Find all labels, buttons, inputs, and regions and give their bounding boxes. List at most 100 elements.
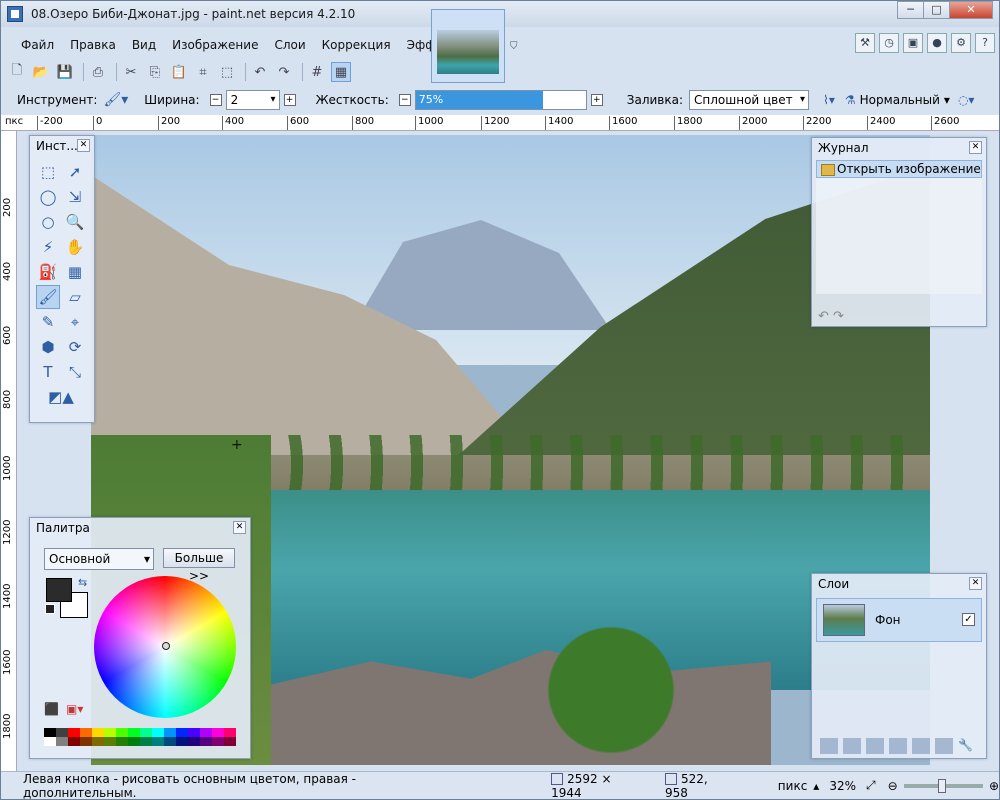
- ruler-icon[interactable]: ▦: [331, 62, 351, 82]
- move-layer-up-icon[interactable]: [912, 738, 930, 754]
- menu-view[interactable]: Вид: [124, 34, 164, 56]
- clone-stamp-icon[interactable]: ⬢: [36, 335, 60, 359]
- color-swatch[interactable]: [128, 737, 140, 746]
- close-button[interactable]: ✕: [949, 1, 993, 19]
- color-swatch[interactable]: [116, 728, 128, 737]
- color-swatch[interactable]: [56, 737, 68, 746]
- grid-icon[interactable]: #: [307, 62, 327, 82]
- color-swatch[interactable]: [68, 737, 80, 746]
- zoom-slider-knob[interactable]: [937, 778, 946, 793]
- color-swatch[interactable]: [176, 737, 188, 746]
- antialias-icon[interactable]: ⌇▾: [823, 93, 835, 107]
- blend-mode-dropdown-icon[interactable]: ▾: [944, 93, 950, 107]
- save-icon[interactable]: 💾: [55, 62, 75, 82]
- menu-edit[interactable]: Правка: [62, 34, 124, 56]
- color-swatch[interactable]: [152, 737, 164, 746]
- color-swatch[interactable]: [188, 728, 200, 737]
- colors-window-icon[interactable]: ●: [927, 33, 947, 53]
- layers-window-icon[interactable]: ▣: [903, 33, 923, 53]
- deselect-icon[interactable]: ⬚: [217, 62, 237, 82]
- history-undo-icon[interactable]: ↶: [818, 309, 829, 324]
- color-swatch[interactable]: [176, 728, 188, 737]
- fill-combo[interactable]: Сплошной цвет: [689, 90, 809, 110]
- hardness-decrease-button[interactable]: −: [398, 94, 411, 106]
- brush-tool-icon[interactable]: 🖌▾: [103, 92, 128, 108]
- recolor-icon[interactable]: ⟳: [63, 335, 87, 359]
- palette-mode-select[interactable]: Основной: [44, 548, 154, 570]
- history-window-icon[interactable]: ◷: [879, 33, 899, 53]
- reset-colors-icon[interactable]: [45, 604, 55, 614]
- text-icon[interactable]: T: [36, 360, 60, 384]
- move-selected-icon[interactable]: ➚: [63, 160, 87, 184]
- color-swatch[interactable]: [92, 728, 104, 737]
- paintbrush-icon[interactable]: 🖌: [36, 285, 60, 309]
- tools-window-icon[interactable]: ⚒: [855, 33, 875, 53]
- units-select[interactable]: пикс: [778, 779, 808, 793]
- new-icon[interactable]: 🗋: [7, 62, 27, 82]
- image-tab-thumbnail[interactable]: [431, 9, 505, 83]
- color-picker-dialog-icon[interactable]: ▣▾: [66, 702, 83, 716]
- color-swatch[interactable]: [116, 737, 128, 746]
- lasso-select-icon[interactable]: ◯: [36, 185, 60, 209]
- zoom-slider[interactable]: [903, 778, 983, 793]
- menu-image[interactable]: Изображение: [164, 34, 266, 56]
- layer-properties-icon[interactable]: 🔧: [958, 738, 973, 754]
- width-decrease-button[interactable]: −: [209, 94, 222, 106]
- color-swatch[interactable]: [224, 737, 236, 746]
- primary-color-swatch[interactable]: [46, 578, 72, 602]
- eraser-icon[interactable]: ▱: [63, 285, 87, 309]
- color-swatch[interactable]: [140, 728, 152, 737]
- color-swatch[interactable]: [128, 728, 140, 737]
- color-swatch[interactable]: [56, 728, 68, 737]
- menu-adjustments[interactable]: Коррекция: [314, 34, 399, 56]
- color-swatch[interactable]: [224, 728, 236, 737]
- layer-row[interactable]: Фон ✓: [816, 598, 982, 642]
- redo-icon[interactable]: ↷: [274, 62, 294, 82]
- history-item-open-image[interactable]: Открыть изображение: [816, 160, 982, 178]
- hardness-increase-button[interactable]: +: [590, 94, 603, 106]
- zoom-in-icon[interactable]: ⊕: [989, 779, 999, 793]
- color-swatch[interactable]: [104, 737, 116, 746]
- palette-panel-close-button[interactable]: ✕: [233, 521, 246, 534]
- print-icon[interactable]: ⎙: [88, 62, 108, 82]
- pencil-icon[interactable]: ✎: [36, 310, 60, 334]
- history-panel-close-button[interactable]: ✕: [969, 141, 982, 154]
- color-picker-icon[interactable]: ⌖: [63, 310, 87, 334]
- add-layer-icon[interactable]: [820, 738, 838, 754]
- undo-icon[interactable]: ↶: [250, 62, 270, 82]
- shapes-icon[interactable]: ◩▲: [36, 385, 86, 409]
- move-selection-icon[interactable]: ⇲: [63, 185, 87, 209]
- pan-icon[interactable]: ✋: [63, 235, 87, 259]
- zoom-value[interactable]: 32%: [829, 779, 856, 793]
- selection-mode-icon[interactable]: ◌▾: [958, 93, 975, 107]
- menu-file[interactable]: Файл: [13, 34, 62, 56]
- ellipse-select-icon[interactable]: ○: [36, 210, 60, 234]
- rectangle-select-icon[interactable]: ⬚: [36, 160, 60, 184]
- magic-wand-icon[interactable]: ⚡: [36, 235, 60, 259]
- color-swatch[interactable]: [164, 728, 176, 737]
- color-swatch[interactable]: [212, 728, 224, 737]
- color-swatch[interactable]: [92, 737, 104, 746]
- hardness-slider[interactable]: 75%: [414, 90, 587, 110]
- color-swatch[interactable]: [80, 737, 92, 746]
- color-swatch[interactable]: [68, 728, 80, 737]
- color-swatch[interactable]: [212, 737, 224, 746]
- help-icon[interactable]: ?: [975, 33, 995, 53]
- color-swatch[interactable]: [188, 737, 200, 746]
- cut-icon[interactable]: ✂: [121, 62, 141, 82]
- width-combo[interactable]: 2: [225, 90, 280, 110]
- color-swatch[interactable]: [152, 728, 164, 737]
- delete-layer-icon[interactable]: [843, 738, 861, 754]
- minimize-button[interactable]: ─: [897, 1, 924, 19]
- color-swatch[interactable]: [80, 728, 92, 737]
- open-icon[interactable]: 📂: [31, 62, 51, 82]
- maximize-button[interactable]: □: [923, 1, 950, 19]
- color-swatch[interactable]: [140, 737, 152, 746]
- color-swatch[interactable]: [164, 737, 176, 746]
- gradient-icon[interactable]: ▦: [63, 260, 87, 284]
- settings-icon[interactable]: ⚙: [951, 33, 971, 53]
- palette-menu-icon[interactable]: ⬛: [44, 702, 59, 716]
- width-increase-button[interactable]: +: [283, 94, 296, 106]
- blend-mode-icon[interactable]: ⚗: [845, 93, 856, 107]
- history-redo-icon[interactable]: ↷: [833, 309, 844, 324]
